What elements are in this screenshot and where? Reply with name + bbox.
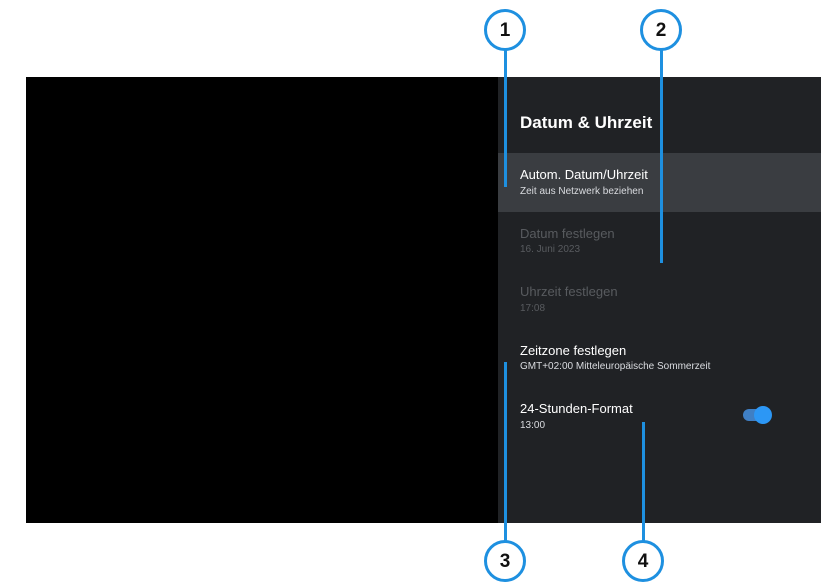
callout-line-3 (503, 362, 507, 541)
toggle-thumb (754, 406, 772, 424)
setting-time-zone[interactable]: Zeitzone festlegen GMT+02:00 Mitteleurop… (498, 329, 821, 388)
setting-subtitle: 16. Juni 2023 (520, 244, 581, 255)
setting-24-hour-format[interactable]: 24-Stunden-Format 13:00 (498, 387, 821, 446)
setting-title: Zeitzone festlegen (520, 342, 627, 358)
toggle-switch[interactable] (743, 406, 772, 424)
panel-title: Datum & Uhrzeit (520, 113, 653, 132)
callout-badge-4: 4 (622, 540, 664, 582)
tv-screen: Datum & Uhrzeit Autom. Datum/Uhrzeit Zei… (26, 77, 821, 523)
background-preview (26, 77, 498, 523)
callout-badge-2: 2 (640, 9, 682, 51)
callout-number: 4 (637, 550, 649, 572)
annotated-screenshot: Datum & Uhrzeit Autom. Datum/Uhrzeit Zei… (0, 0, 821, 583)
callout-line-2 (659, 50, 663, 263)
callout-line-1 (503, 50, 507, 187)
setting-subtitle: 13:00 (520, 419, 546, 431)
callout-line-4 (641, 422, 645, 541)
setting-title: 24-Stunden-Format (520, 401, 633, 416)
setting-subtitle: Zeit aus Netzwerk beziehen (520, 185, 644, 197)
setting-subtitle: 17:08 (520, 302, 546, 314)
setting-subtitle: GMT+02:00 Mitteleuropäische Sommerzeit (520, 361, 711, 372)
setting-set-time: Uhrzeit festlegen 17:08 (498, 270, 821, 329)
callout-badge-1: 1 (484, 9, 526, 51)
setting-title: Autom. Datum/Uhrzeit (520, 167, 648, 182)
setting-title: Uhrzeit festlegen (520, 284, 618, 299)
callout-number: 1 (499, 19, 511, 41)
callout-badge-3: 3 (484, 540, 526, 582)
setting-title: Datum festlegen (520, 225, 615, 241)
callout-number: 3 (499, 550, 511, 572)
callout-number: 2 (655, 19, 667, 41)
